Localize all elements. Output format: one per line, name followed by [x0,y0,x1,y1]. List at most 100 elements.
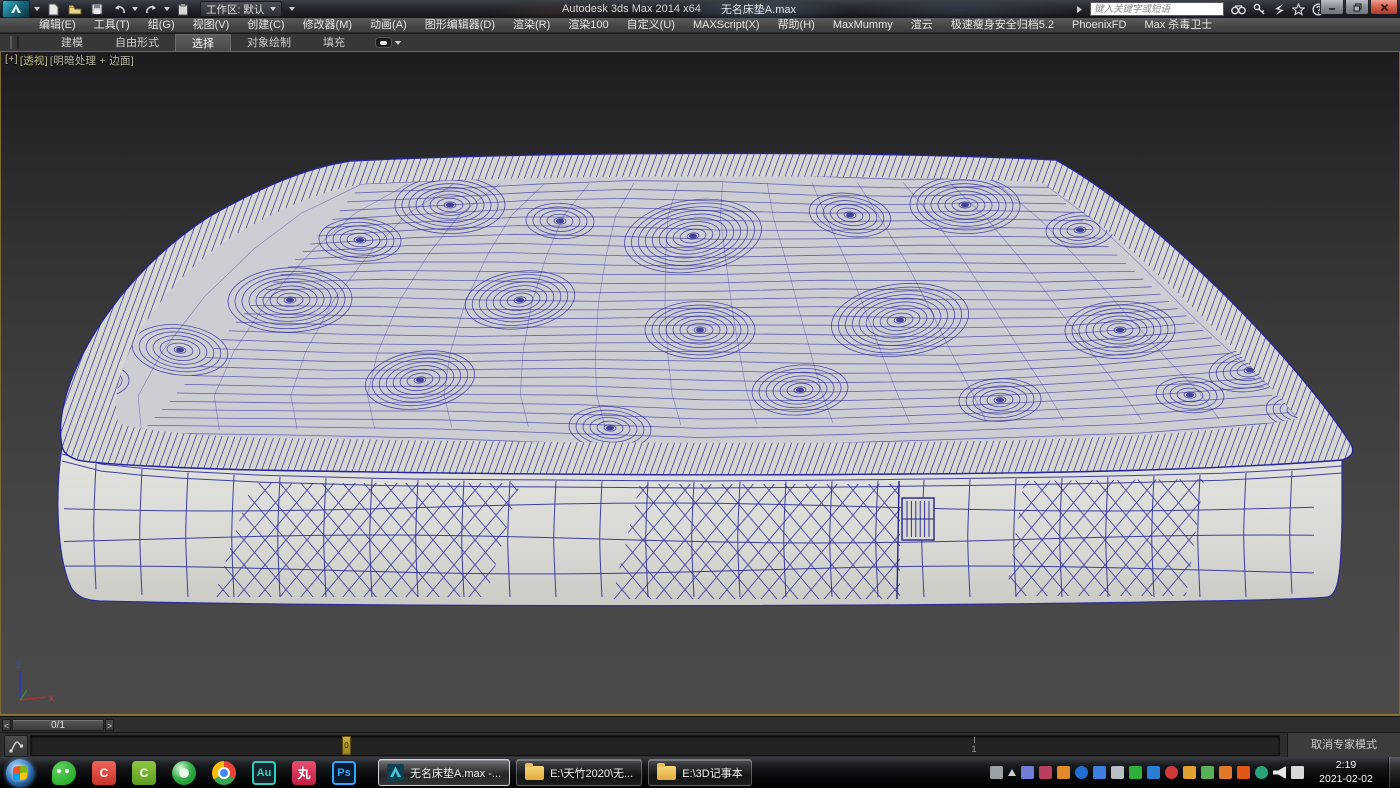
photoshop-icon[interactable]: Ps [332,760,356,785]
app-menu-caret-icon[interactable] [34,7,40,11]
tray-wechat-icon[interactable] [1129,766,1142,779]
viewport-label[interactable]: [+] [透视] [明暗处理 + 边面] [5,53,134,68]
ribbon-tab-populate[interactable]: 填充 [307,34,361,51]
tray-volume-icon[interactable] [1273,766,1286,779]
subscription-key-icon[interactable] [1253,3,1266,16]
favorites-star-icon[interactable] [1292,2,1305,16]
adobe-audition-icon[interactable]: Au [252,760,276,785]
menu-xuanyun[interactable]: 渲云 [902,18,942,33]
taskbar-window-3dsmax[interactable]: 无名床垫A.max -... [378,759,511,786]
viewport-general-menu[interactable]: [+] [5,53,18,68]
menu-tools[interactable]: 工具(T) [85,18,139,33]
ribbon-minimize-control[interactable] [375,37,401,48]
ribbon-tab-modeling[interactable]: 建模 [45,34,99,51]
tray-drive-icon[interactable] [1183,766,1196,779]
cancel-expert-mode-button[interactable]: 取消专家模式 [1287,733,1400,758]
keyframe-marker[interactable]: 0 [342,736,351,755]
redo-history-caret-icon[interactable] [164,7,170,11]
tray-360-icon[interactable] [1165,766,1178,779]
ribbon-tab-selection[interactable]: 选择 [175,34,231,51]
wan-app-icon[interactable]: 丸 [292,760,316,785]
track-bar-row: 0 1 取消专家模式 [0,732,1400,758]
quick-access-toolbar: 工作区: 默认 [0,0,296,18]
ribbon-tab-freeform[interactable]: 自由形式 [99,34,175,51]
camtasia-studio-icon[interactable]: C [132,760,156,785]
tray-security-shield-icon[interactable] [1147,766,1160,779]
undo-arrow-icon [114,4,125,13]
ribbon-tab-object-paint[interactable]: 对象绘制 [231,34,307,51]
menu-slim-archive[interactable]: 极速瘦身安全归档5.2 [942,18,1063,33]
menu-help[interactable]: 帮助(H) [769,18,824,33]
menu-rendering[interactable]: 渲染(R) [504,18,559,33]
search-binoculars-icon[interactable] [1231,3,1246,15]
track-bar[interactable]: 0 1 [30,735,1280,756]
workspace-extra-caret-icon[interactable] [289,7,296,11]
tray-network-icon[interactable] [1291,766,1304,779]
tray-nx-icon[interactable] [1039,766,1052,779]
minimize-button[interactable] [1320,0,1344,15]
undo-history-caret-icon[interactable] [132,7,138,11]
workspace-selector[interactable]: 工作区: 默认 [200,1,283,17]
restore-button[interactable] [1345,0,1369,15]
taskbar-window-label: 无名床垫A.max -... [410,767,502,780]
ribbon-minimize-caret-icon [395,40,401,45]
tray-reader-icon[interactable] [1111,766,1124,779]
menu-graph-editors[interactable]: 图形编辑器(D) [416,18,504,33]
viewport-pov-menu[interactable]: [透视] [20,53,48,68]
menu-create[interactable]: 创建(C) [238,18,293,33]
menu-animation[interactable]: 动画(A) [361,18,416,33]
tray-input-method-icon[interactable] [1021,766,1034,779]
tray-k-app-icon[interactable] [1075,766,1088,779]
open-file-button[interactable] [66,2,84,17]
menu-group[interactable]: 组(G) [139,18,184,33]
frame-tick: 1 [967,737,981,754]
tray-show-hidden-icons[interactable] [1008,769,1016,776]
3dsmax-taskbar-icon [387,764,404,781]
close-button[interactable] [1370,0,1398,15]
start-button[interactable] [6,758,34,787]
mini-curve-editor-button[interactable] [4,735,28,757]
show-desktop-button[interactable] [1388,757,1400,788]
menu-views[interactable]: 视图(V) [184,18,239,33]
chrome-icon[interactable] [212,760,236,785]
menu-maxmummy[interactable]: MaxMummy [824,18,902,33]
menu-render100[interactable]: 渲染100 [559,18,617,33]
tray-firewall-icon[interactable] [1237,766,1250,779]
tray-usb-eject-icon[interactable] [1201,766,1214,779]
taskbar-window-folder-tianzhu[interactable]: E:\天竹2020\无... [516,759,643,786]
menu-modifiers[interactable]: 修改器(M) [294,18,362,33]
tray-cluster-icon[interactable] [1093,766,1106,779]
project-folder-button[interactable] [174,2,192,17]
menu-maxscript[interactable]: MAXScript(X) [684,18,769,33]
perspective-viewport[interactable]: z x [+] [透视] [明暗处理 + 边面] [0,51,1400,716]
menu-customize[interactable]: 自定义(U) [618,18,684,33]
new-scene-button[interactable] [44,2,62,17]
tray-screenshot-icon[interactable] [1219,766,1232,779]
new-file-icon [48,3,58,15]
application-menu-button[interactable] [2,0,30,18]
time-slider-handle[interactable]: 0/1 [12,719,104,731]
viewport-shading-menu[interactable]: [明暗处理 + 边面] [50,53,134,68]
next-frame-button[interactable]: > [105,719,114,731]
tray-e-app-icon[interactable] [1255,766,1268,779]
axis-z-label: z [16,660,21,671]
tray-keyboard-icon[interactable] [990,766,1003,779]
menu-phoenixfd[interactable]: PhoenixFD [1063,18,1135,33]
redo-button[interactable] [142,2,160,17]
undo-button[interactable] [110,2,128,17]
menu-edit[interactable]: 编辑(E) [30,18,85,33]
wechat-icon[interactable] [52,760,76,785]
search-input[interactable] [1090,2,1224,16]
camtasia-recorder-icon[interactable]: C [92,760,116,785]
save-file-button[interactable] [88,2,106,17]
tray-usb-guard-icon[interactable] [1057,766,1070,779]
taskbar-clock[interactable]: 2:19 2021-02-02 [1308,759,1384,785]
menu-max-antivirus[interactable]: Max 杀毒卫士 [1135,18,1221,33]
infocenter-collapse-icon[interactable] [1076,5,1083,14]
communication-center-icon[interactable] [1273,3,1285,16]
ribbon-grip-handle[interactable] [10,36,19,49]
previous-frame-button[interactable]: < [2,719,11,731]
taskbar-window-folder-3dnotes[interactable]: E:\3D记事本 [648,759,752,786]
infocenter [1076,0,1338,18]
green-browser-icon[interactable] [172,760,196,785]
